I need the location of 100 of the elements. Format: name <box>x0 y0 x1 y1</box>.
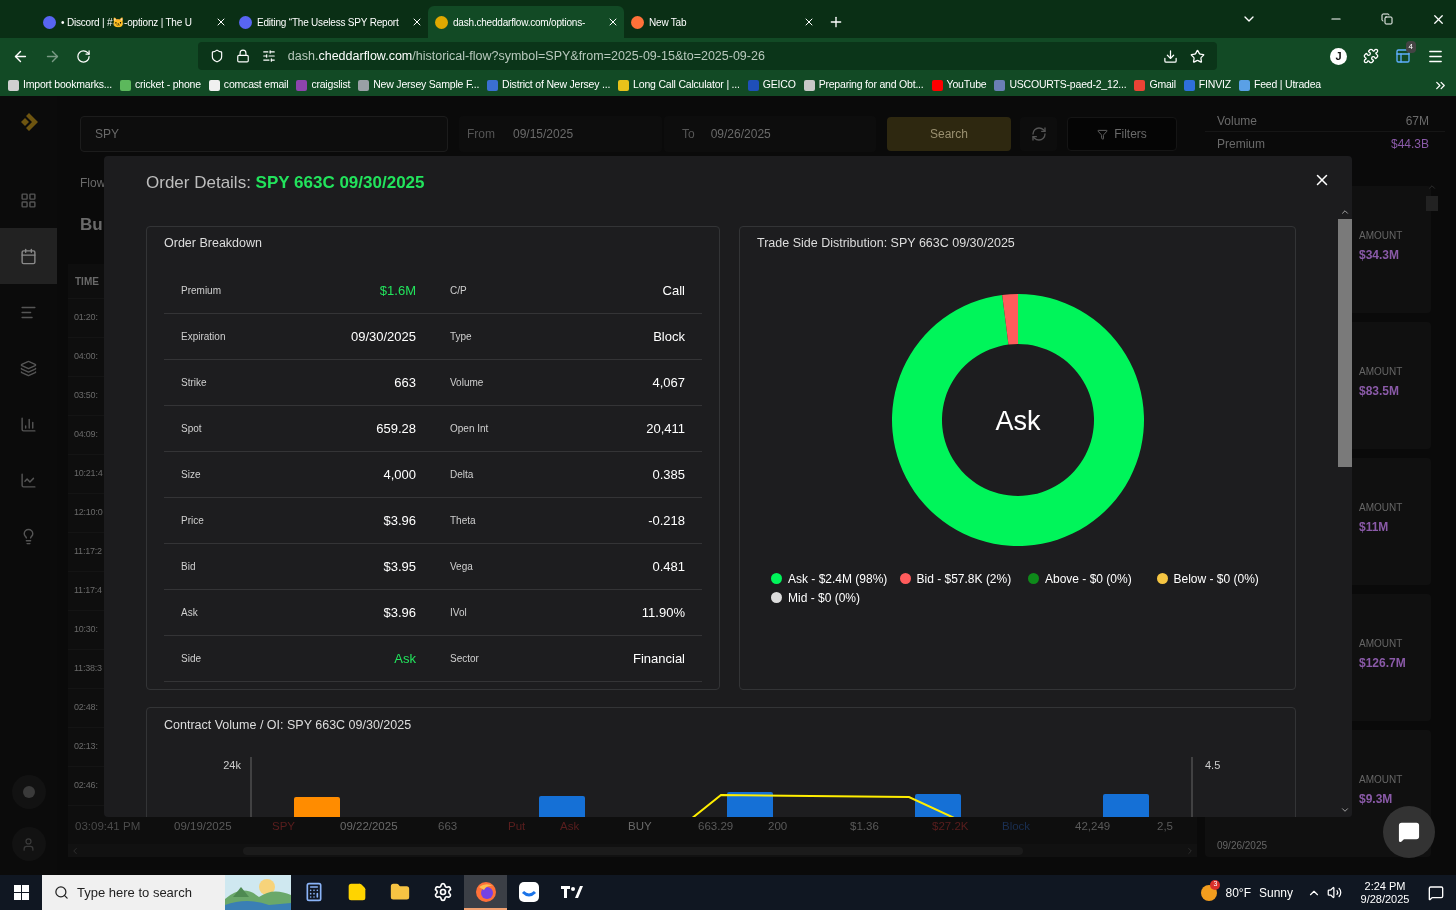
sidebar-item[interactable] <box>0 228 57 284</box>
account-avatar[interactable]: J <box>1330 47 1347 65</box>
url-text: dash.cheddarflow.com/historical-flow?symbol=SPY&from=2025-09-15&to=2025-09-26 <box>287 47 766 65</box>
legend-label: Below - $0 (0%) <box>1173 570 1259 588</box>
scroll-left-icon <box>70 845 80 856</box>
restore-icon <box>1381 13 1393 25</box>
table-cell: 02:46: <box>74 779 98 793</box>
table-cell: BUY <box>628 820 652 832</box>
search-button[interactable]: Search <box>887 117 1011 151</box>
legend-label: Mid - $0 (0%) <box>788 589 861 607</box>
table-cell: 11:38:3 <box>74 662 102 676</box>
field-value: Call <box>662 281 685 300</box>
favicon-icon <box>435 15 448 29</box>
bookmark-link[interactable]: USCOURTS-paed-2_12... <box>1009 77 1127 93</box>
close-icon <box>215 16 227 28</box>
table-cell: 42,249 <box>1075 820 1111 832</box>
table-cell: 663.29 <box>698 820 734 832</box>
browser-tab[interactable]: New Tab <box>624 6 820 38</box>
filter-icon <box>1097 128 1109 140</box>
table-cell: 03:09:41 PM <box>75 820 141 832</box>
table-cell: 11:17:4 <box>74 584 102 598</box>
close-icon <box>411 16 423 28</box>
filters-button[interactable]: Filters <box>1067 117 1177 151</box>
field-value: $1.6M <box>379 281 416 300</box>
scrollbar-thumb[interactable] <box>1426 196 1438 211</box>
windows-logo-icon[interactable] <box>13 885 29 900</box>
table-cell: 03:50: <box>74 389 98 403</box>
card-title: Trade Side Distribution: SPY 663C 09/30/2025 <box>757 235 1015 253</box>
scroll-up-icon <box>1340 207 1350 217</box>
puzzle-icon <box>1363 48 1379 64</box>
browser-tab[interactable]: • Discord | #🐱-optionz | The U <box>36 6 232 38</box>
profile-button[interactable] <box>11 827 46 861</box>
bookmark-link[interactable]: Gmail <box>1149 77 1176 93</box>
search-icon <box>54 885 69 900</box>
bookmark-link[interactable]: Preparing for and Obt... <box>818 77 924 93</box>
field-value: 659.28 <box>376 419 416 438</box>
tab-title: dash.cheddarflow.com/options- <box>453 15 587 30</box>
favicon-icon <box>43 15 56 29</box>
axis-tick-label: 4.5 <box>1205 758 1221 773</box>
favicon-icon <box>631 15 644 29</box>
amount-value: $11M <box>1359 519 1390 536</box>
bookmark-link[interactable]: Feed | Utradea <box>1253 77 1321 93</box>
bookmark-link[interactable]: YouTube <box>946 77 987 93</box>
field-value: 4,067 <box>652 373 685 392</box>
bookmark-link[interactable]: GEICO <box>762 77 796 93</box>
bars-icon <box>20 415 37 433</box>
field-value: 663 <box>394 373 416 392</box>
field-label: Price <box>181 514 204 528</box>
field-label: Volume <box>450 376 484 390</box>
browser-tab[interactable]: Editing “The Useless SPY Report <box>232 6 428 38</box>
sliders-icon <box>261 49 276 63</box>
bookmark-link[interactable]: District of New Jersey ... <box>502 77 611 93</box>
notifications-icon <box>1428 884 1444 901</box>
table-cell: Ask <box>560 820 580 832</box>
bookmark-link[interactable]: comcast email <box>223 77 289 93</box>
bookmark-link[interactable]: cricket - phone <box>135 77 201 93</box>
table-cell: 09/22/2025 <box>340 820 398 832</box>
legend-label: Bid - $57.8K (2%) <box>916 570 1012 588</box>
field-value: Block <box>653 327 685 346</box>
browser-tab[interactable]: dash.cheddarflow.com/options- <box>428 6 624 38</box>
field-value: 0.385 <box>652 465 685 484</box>
field-label: Premium <box>181 284 221 298</box>
settings-icon <box>432 881 453 902</box>
from-value: 09/15/2025 <box>513 126 574 143</box>
user-icon <box>21 836 36 852</box>
field-label: Type <box>450 330 472 344</box>
clock-date: 9/28/2025 <box>1360 892 1410 906</box>
stat-label: Premium <box>1217 138 1265 151</box>
bookmark-link[interactable]: Import bookmarks... <box>23 77 112 93</box>
field-label: Bid <box>181 560 196 574</box>
amount-label: AMOUNT <box>1359 229 1404 243</box>
cloud-app-icon <box>517 880 540 903</box>
bookmark-link[interactable]: FINVIZ <box>1198 77 1231 93</box>
bookmark-link[interactable]: craigslist <box>311 77 351 93</box>
taskbar-search-field[interactable]: Type here to search <box>42 875 291 910</box>
scrollbar-thumb[interactable] <box>1338 219 1352 467</box>
reload-icon <box>75 48 91 64</box>
table-cell: 663 <box>438 820 458 832</box>
amount-label: AMOUNT <box>1359 637 1404 651</box>
field-label: Vega <box>450 560 473 574</box>
address-bar[interactable]: dash.cheddarflow.com/historical-flow?symbol=SPY&from=2025-09-15&to=2025-09-26 <box>197 42 1217 70</box>
field-value: 11.90% <box>641 603 685 622</box>
field-label: Expiration <box>181 330 226 344</box>
bookmark-link[interactable]: New Jersey Sample F... <box>373 77 480 93</box>
section-heading: Bu <box>80 214 103 237</box>
field-value: 20,411 <box>646 419 685 438</box>
field-value: 09/30/2025 <box>350 327 416 346</box>
theme-toggle[interactable] <box>11 775 46 809</box>
bookmark-link[interactable]: Long Call Calculator | ... <box>633 77 740 93</box>
table-cell: 200 <box>768 820 788 832</box>
table-cell: $27.2K <box>932 820 969 832</box>
search-input[interactable]: Type here to search <box>77 882 217 903</box>
table-cell: 11:17:2 <box>74 545 102 559</box>
left-axis <box>250 756 252 817</box>
card-title: Contract Volume / OI: SPY 663C 09/30/2025 <box>164 717 412 735</box>
amount-value: $34.3M <box>1359 247 1401 264</box>
to-label: To <box>682 126 695 143</box>
search-field[interactable]: SPY <box>80 116 448 152</box>
amount-label: AMOUNT <box>1359 501 1404 515</box>
scroll-up-icon <box>1427 182 1437 192</box>
